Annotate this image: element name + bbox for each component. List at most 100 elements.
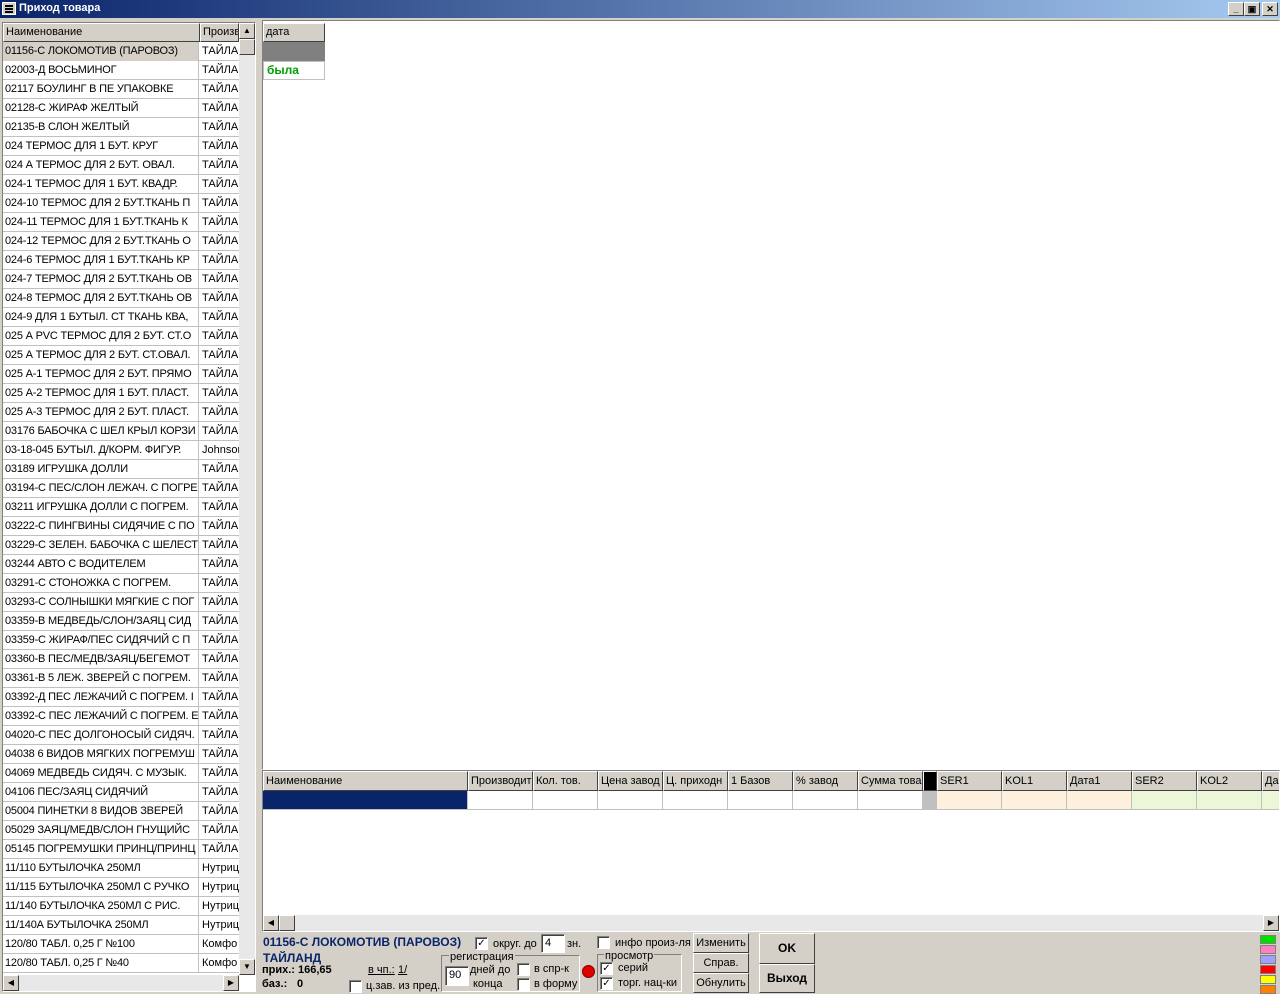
receipt-column-header[interactable]: Кол. тов.	[533, 771, 598, 791]
product-maker-cell[interactable]: ТАЙЛА	[200, 555, 239, 574]
product-maker-cell[interactable]: ТАЙЛА	[200, 346, 239, 365]
product-name-cell[interactable]: 025 А-3 ТЕРМОС ДЛЯ 2 БУТ. ПЛАСТ.	[3, 403, 199, 422]
product-maker-cell[interactable]: ТАЙЛА	[200, 536, 239, 555]
product-maker-cell[interactable]: ТАЙЛА	[200, 498, 239, 517]
product-maker-cell[interactable]: ТАЙЛА	[200, 688, 239, 707]
product-name-cell[interactable]: 03360-В ПЕС/МЕДВ/ЗАЯЦ/БЕГЕМОТ	[3, 650, 199, 669]
table-row[interactable]: 025 А-2 ТЕРМОС ДЛЯ 1 БУТ. ПЛАСТ. ТАЙЛА	[3, 384, 239, 403]
product-name-cell[interactable]: 03211 ИГРУШКА ДОЛЛИ С ПОГРЕМ.	[3, 498, 199, 517]
receipt-column-header[interactable]: Производит	[468, 771, 533, 791]
product-maker-cell[interactable]: ТАЙЛА	[200, 270, 239, 289]
product-name-cell[interactable]: 05004 ПИНЕТКИ 8 ВИДОВ ЗВЕРЕЙ	[3, 802, 199, 821]
product-maker-cell[interactable]: ТАЙЛА	[200, 175, 239, 194]
table-row[interactable]: 11/110 БУТЫЛОЧКА 250МЛ Нутриц	[3, 859, 239, 878]
table-row[interactable]: 04020-С ПЕС ДОЛГОНОСЫЙ СИДЯЧ. ТАЙЛА	[3, 726, 239, 745]
info-checkbox[interactable]	[597, 936, 610, 949]
product-name-cell[interactable]: 03229-С ЗЕЛЕН. БАБОЧКА С ШЕЛЕСТ	[3, 536, 199, 555]
product-maker-cell[interactable]: Комфо	[200, 954, 239, 973]
product-maker-cell[interactable]: ТАЙЛА	[200, 61, 239, 80]
receipt-column-header[interactable]: SER2	[1132, 771, 1197, 791]
product-name-cell[interactable]: 024-8 ТЕРМОС ДЛЯ 2 БУТ.ТКАНЬ ОВ	[3, 289, 199, 308]
receipt-column-header[interactable]: Дата1	[1067, 771, 1132, 791]
receipt-cell[interactable]	[793, 791, 858, 810]
table-row[interactable]: 03361-В 5 ЛЕЖ. ЗВЕРЕЙ С ПОГРЕМ. ТАЙЛА	[3, 669, 239, 688]
table-row[interactable]: 02135-В СЛОН ЖЕЛТЫЙ ТАЙЛА	[3, 118, 239, 137]
product-name-cell[interactable]: 120/80 ТАБЛ. 0,25 Г №40	[3, 954, 199, 973]
scroll-up-button[interactable]: ▲	[239, 23, 255, 39]
product-name-cell[interactable]: 04038 6 ВИДОВ МЯГКИХ ПОГРЕМУШ	[3, 745, 199, 764]
product-maker-cell[interactable]: ТАЙЛА	[200, 764, 239, 783]
receipt-cell[interactable]	[858, 791, 923, 810]
product-name-cell[interactable]: 03359-С ЖИРАФ/ПЕС СИДЯЧИЙ С П	[3, 631, 199, 650]
receipt-cell[interactable]	[598, 791, 663, 810]
table-row[interactable]: 03392-С ПЕС ЛЕЖАЧИЙ С ПОГРЕМ. Е ТАЙЛА	[3, 707, 239, 726]
product-name-cell[interactable]: 024-11 ТЕРМОС ДЛЯ 1 БУТ.ТКАНЬ К	[3, 213, 199, 232]
table-row[interactable]: 02117 БОУЛИНГ В ПЕ УПАКОВКЕ ТАЙЛА	[3, 80, 239, 99]
column-header-name[interactable]: Наименование	[3, 23, 200, 42]
table-row[interactable]: 05029 ЗАЯЦ/МЕДВ/СЛОН ГНУЩИЙС ТАЙЛА	[3, 821, 239, 840]
receipt-cell[interactable]	[1132, 791, 1197, 810]
table-row[interactable]: 120/80 ТАБЛ. 0,25 Г №100 Комфо	[3, 935, 239, 954]
receipt-cell[interactable]	[923, 791, 937, 810]
receipt-grid-hscroll[interactable]: ◀ ▶	[263, 915, 1279, 931]
receipt-column-header[interactable]: KOL2	[1197, 771, 1262, 791]
table-row[interactable]: 03392-Д ПЕС ЛЕЖАЧИЙ С ПОГРЕМ. I ТАЙЛА	[3, 688, 239, 707]
product-maker-cell[interactable]: ТАЙЛА	[200, 840, 239, 859]
table-row[interactable]: 024-1 ТЕРМОС ДЛЯ 1 БУТ. КВАДР. ТАЙЛА	[3, 175, 239, 194]
product-name-cell[interactable]: 03222-С ПИНГВИНЫ СИДЯЧИЕ С ПО	[3, 517, 199, 536]
product-maker-cell[interactable]: ТАЙЛА	[200, 821, 239, 840]
okrug-checkbox[interactable]: ✓	[475, 937, 488, 950]
receipt-cell[interactable]	[663, 791, 728, 810]
table-row[interactable]: 03211 ИГРУШКА ДОЛЛИ С ПОГРЕМ. ТАЙЛА	[3, 498, 239, 517]
product-name-cell[interactable]: 01156-С ЛОКОМОТИВ (ПАРОВОЗ)	[3, 42, 199, 61]
receipt-cell[interactable]	[1262, 791, 1279, 810]
product-name-cell[interactable]: 025 А ТЕРМОС ДЛЯ 2 БУТ. СТ.ОВАЛ.	[3, 346, 199, 365]
table-row[interactable]: 04069 МЕДВЕДЬ СИДЯЧ. С МУЗЫК. ТАЙЛА	[3, 764, 239, 783]
v-formu-checkbox[interactable]	[517, 978, 530, 991]
table-row[interactable]: 120/80 ТАБЛ. 0,25 Г №40 Комфо	[3, 954, 239, 973]
table-row[interactable]: 025 А РVC ТЕРМОС ДЛЯ 2 БУТ. СТ.О ТАЙЛА	[3, 327, 239, 346]
table-row[interactable]: 024-6 ТЕРМОС ДЛЯ 1 БУТ.ТКАНЬ КР ТАЙЛА	[3, 251, 239, 270]
product-name-cell[interactable]: 03291-С СТОНОЖКА С ПОГРЕМ.	[3, 574, 199, 593]
product-name-cell[interactable]: 02135-В СЛОН ЖЕЛТЫЙ	[3, 118, 199, 137]
receipt-column-header[interactable]: Цена завод	[598, 771, 663, 791]
table-row[interactable]: 03194-С ПЕС/СЛОН ЛЕЖАЧ. С ПОГРЕ ТАЙЛА	[3, 479, 239, 498]
table-row[interactable]: 024-7 ТЕРМОС ДЛЯ 2 БУТ.ТКАНЬ ОВ ТАЙЛА	[3, 270, 239, 289]
torg-checkbox[interactable]: ✓	[600, 977, 613, 990]
v-sprk-checkbox[interactable]	[517, 963, 530, 976]
product-maker-cell[interactable]: ТАЙЛА	[200, 745, 239, 764]
receipt-column-header[interactable]: Ц. приходн	[663, 771, 728, 791]
product-name-cell[interactable]: 025 А-1 ТЕРМОС ДЛЯ 2 БУТ. ПРЯМО	[3, 365, 199, 384]
product-name-cell[interactable]: 024 А ТЕРМОС ДЛЯ 2 БУТ. ОВАЛ.	[3, 156, 199, 175]
product-name-cell[interactable]: 03392-Д ПЕС ЛЕЖАЧИЙ С ПОГРЕМ. I	[3, 688, 199, 707]
table-row[interactable]: 024-10 ТЕРМОС ДЛЯ 2 БУТ.ТКАНЬ П ТАЙЛА	[3, 194, 239, 213]
minimize-button[interactable]: _	[1228, 2, 1244, 16]
receipt-column-header[interactable]: Сумма това	[858, 771, 923, 791]
product-maker-cell[interactable]: ТАЙЛА	[200, 631, 239, 650]
receipt-column-header[interactable]	[923, 771, 937, 791]
table-row[interactable]: 03293-С СОЛНЫШКИ МЯГКИЕ С ПОГ ТАЙЛА	[3, 593, 239, 612]
product-maker-cell[interactable]: ТАЙЛА	[200, 802, 239, 821]
table-row[interactable]: 03359-С ЖИРАФ/ПЕС СИДЯЧИЙ С П ТАЙЛА	[3, 631, 239, 650]
product-maker-cell[interactable]: ТАЙЛА	[200, 365, 239, 384]
table-row[interactable]: 04038 6 ВИДОВ МЯГКИХ ПОГРЕМУШ ТАЙЛА	[3, 745, 239, 764]
czav-checkbox[interactable]	[349, 980, 362, 993]
product-maker-cell[interactable]: ТАЙЛА	[200, 80, 239, 99]
product-name-cell[interactable]: 03189 ИГРУШКА ДОЛЛИ	[3, 460, 199, 479]
product-name-cell[interactable]: 03176 БАБОЧКА С ШЕЛ КРЫЛ КОРЗИ	[3, 422, 199, 441]
product-maker-cell[interactable]: ТАЙЛА	[200, 669, 239, 688]
table-row[interactable]: 03222-С ПИНГВИНЫ СИДЯЧИЕ С ПО ТАЙЛА	[3, 517, 239, 536]
product-name-cell[interactable]: 024-10 ТЕРМОС ДЛЯ 2 БУТ.ТКАНЬ П	[3, 194, 199, 213]
table-row[interactable]: 025 А-1 ТЕРМОС ДЛЯ 2 БУТ. ПРЯМО ТАЙЛА	[3, 365, 239, 384]
product-name-cell[interactable]: 03392-С ПЕС ЛЕЖАЧИЙ С ПОГРЕМ. Е	[3, 707, 199, 726]
receipt-cell[interactable]	[468, 791, 533, 810]
receipt-column-header[interactable]: Наименование	[263, 771, 468, 791]
product-name-cell[interactable]: 02117 БОУЛИНГ В ПЕ УПАКОВКЕ	[3, 80, 199, 99]
product-maker-cell[interactable]: ТАЙЛА	[200, 327, 239, 346]
product-name-cell[interactable]: 03359-В МЕДВЕДЬ/СЛОН/ЗАЯЦ СИД	[3, 612, 199, 631]
product-maker-cell[interactable]: Нутриц	[200, 859, 239, 878]
reset-button[interactable]: Обнулить	[693, 973, 749, 993]
table-row[interactable]: 024 ТЕРМОС ДЛЯ 1 БУТ. КРУГ ТАЙЛА	[3, 137, 239, 156]
product-maker-cell[interactable]: ТАЙЛА	[200, 517, 239, 536]
product-name-cell[interactable]: 04069 МЕДВЕДЬ СИДЯЧ. С МУЗЫК.	[3, 764, 199, 783]
